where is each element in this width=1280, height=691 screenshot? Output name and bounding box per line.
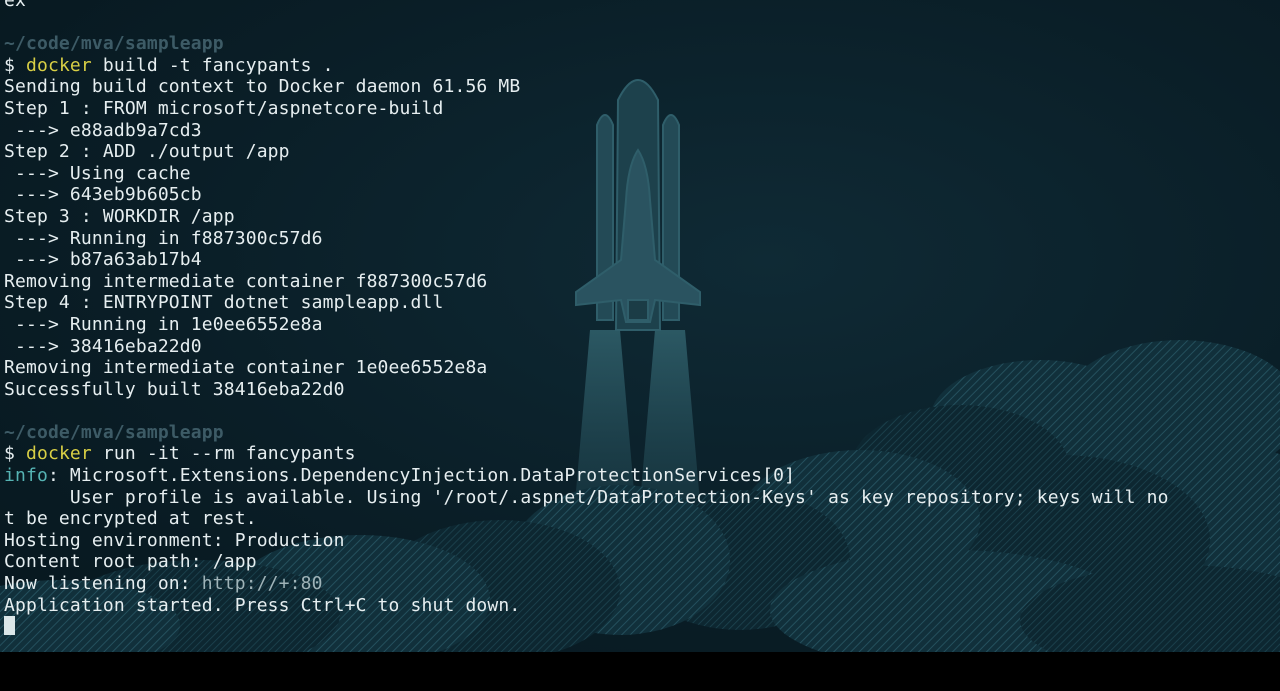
prompt-path: ~/code/mva/sampleapp [4, 33, 1280, 55]
output-line: Content root path: /app [4, 551, 1280, 573]
output-text: ---> Running in f887300c57d6 [4, 227, 323, 249]
output-line: Step 3 : WORKDIR /app [4, 206, 1280, 228]
text-cursor [4, 616, 15, 636]
output-line: ---> e88adb9a7cd3 [4, 120, 1280, 142]
output-text: ---> b87a63ab17b4 [4, 249, 202, 271]
output-text: Content root path: /app [4, 551, 257, 573]
cursor-line [4, 616, 1280, 638]
output-text: Step 3 : WORKDIR /app [4, 205, 235, 227]
command-name: docker [25, 54, 92, 76]
output-line: Successfully built 38416eba22d0 [4, 379, 1280, 401]
output-text: Removing intermediate container f887300c… [4, 270, 488, 292]
output-text: ---> e88adb9a7cd3 [4, 119, 202, 141]
bottom-bar [0, 652, 1280, 691]
output-text: ---> 643eb9b605cb [4, 184, 202, 206]
output-text: ---> Using cache [4, 162, 191, 184]
current-directory: ~/code/mva/sampleapp [4, 421, 224, 443]
log-level: info [4, 465, 48, 487]
command-args: build -t fancypants . [91, 54, 334, 76]
output-text: ex [4, 0, 26, 11]
output-text: Sending build context to Docker daemon 6… [4, 76, 521, 98]
output-line: t be encrypted at rest. [4, 508, 1280, 530]
listening-url-link[interactable]: http://+:80 [202, 573, 323, 594]
output-line: ---> Using cache [4, 163, 1280, 185]
output-line: Removing intermediate container f887300c… [4, 271, 1280, 293]
output-line: Step 2 : ADD ./output /app [4, 141, 1280, 163]
output-text: Step 4 : ENTRYPOINT dotnet sampleapp.dll [4, 292, 444, 314]
command-name: docker [25, 443, 92, 465]
output-line: ---> Running in 1e0ee6552e8a [4, 314, 1280, 336]
command-line: $ docker build -t fancypants . [4, 55, 1280, 77]
output-line: ---> Running in f887300c57d6 [4, 228, 1280, 250]
prompt-path: ~/code/mva/sampleapp [4, 422, 1280, 444]
output-text: Application started. Press Ctrl+C to shu… [4, 594, 521, 616]
command-args: run -it --rm fancypants [91, 443, 356, 465]
output-text: Successfully built 38416eba22d0 [4, 378, 345, 400]
output-line: Now listening on: http://+:80 [4, 573, 1280, 595]
output-line: User profile is available. Using '/root/… [4, 487, 1280, 509]
output-text: t be encrypted at rest. [4, 508, 257, 530]
output-line: ex [4, 0, 1280, 12]
log-line: info: Microsoft.Extensions.DependencyInj… [4, 465, 1280, 487]
prompt-symbol: $ [4, 54, 26, 76]
prompt-symbol: $ [4, 443, 26, 465]
current-directory: ~/code/mva/sampleapp [4, 33, 224, 55]
output-line: Removing intermediate container 1e0ee655… [4, 357, 1280, 379]
output-text: Removing intermediate container 1e0ee655… [4, 357, 488, 379]
output-line: Step 1 : FROM microsoft/aspnetcore-build [4, 98, 1280, 120]
log-message: : Microsoft.Extensions.DependencyInjecti… [47, 465, 796, 487]
output-text: Step 2 : ADD ./output /app [4, 141, 290, 163]
output-line: Step 4 : ENTRYPOINT dotnet sampleapp.dll [4, 292, 1280, 314]
terminal-output: ex ~/code/mva/sampleapp $ docker build -t … [4, 0, 1280, 638]
output-text: ---> 38416eba22d0 [4, 335, 202, 357]
output-text: User profile is available. Using '/root/… [4, 486, 1169, 508]
command-line: $ docker run -it --rm fancypants [4, 443, 1280, 465]
output-text: Hosting environment: Production [4, 529, 345, 551]
output-line: Sending build context to Docker daemon 6… [4, 76, 1280, 98]
output-text: Step 1 : FROM microsoft/aspnetcore-build [4, 97, 444, 119]
output-line: Application started. Press Ctrl+C to shu… [4, 595, 1280, 617]
terminal-window[interactable]: ex ~/code/mva/sampleapp $ docker build -t … [0, 0, 1280, 652]
output-text: ---> Running in 1e0ee6552e8a [4, 313, 323, 335]
output-text: Now listening on: [4, 573, 202, 595]
output-line: ---> 38416eba22d0 [4, 336, 1280, 358]
output-line: ---> b87a63ab17b4 [4, 249, 1280, 271]
output-line: Hosting environment: Production [4, 530, 1280, 552]
output-line: ---> 643eb9b605cb [4, 184, 1280, 206]
